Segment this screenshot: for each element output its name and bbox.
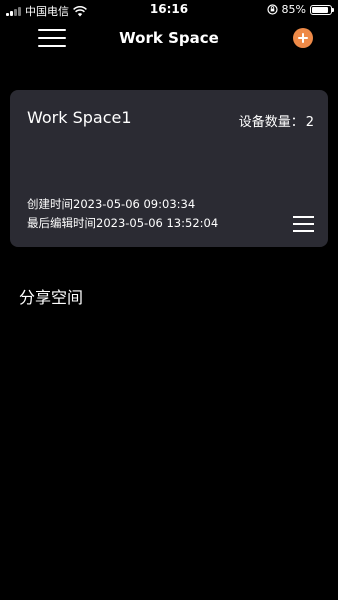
status-bar: 中国电信 16:16 85%: [0, 0, 338, 20]
created-label: 创建时间: [27, 197, 73, 211]
card-menu-icon[interactable]: [293, 216, 314, 233]
rotation-lock-icon: [266, 4, 278, 15]
workspace-card[interactable]: Work Space1 设备数量： 2 创建时间2023-05-06 09:03:…: [10, 90, 328, 247]
edited-time: 最后编辑时间2023-05-06 13:52:04: [27, 215, 218, 231]
created-time: 创建时间2023-05-06 09:03:34: [27, 196, 195, 212]
device-count: 设备数量： 2: [239, 111, 314, 130]
workspace-name: Work Space1: [27, 108, 132, 127]
status-right: 85%: [266, 3, 334, 16]
nav-bar: Work Space: [0, 20, 338, 60]
edited-label: 最后编辑时间: [27, 216, 96, 230]
page-title: Work Space: [119, 29, 219, 47]
shared-spaces-heading: 分享空间: [19, 288, 84, 307]
edited-value: 2023-05-06 13:52:04: [96, 216, 219, 230]
battery-percent: 85%: [281, 3, 306, 16]
device-count-value: 2: [305, 115, 314, 130]
device-count-label: 设备数量：: [238, 115, 304, 130]
battery-icon: [310, 4, 334, 15]
created-value: 2023-05-06 09:03:34: [73, 197, 196, 211]
add-workspace-button[interactable]: [293, 28, 313, 48]
